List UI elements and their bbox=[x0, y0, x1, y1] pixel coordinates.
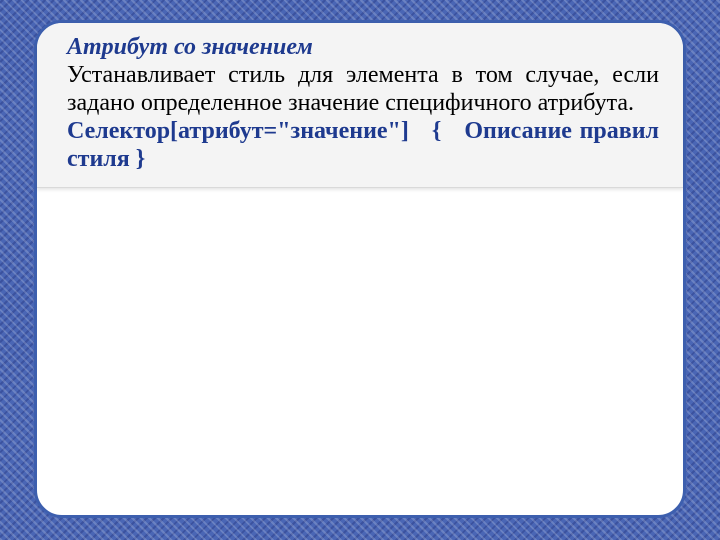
syntax-line: Селектор[атрибут="значение"] { Описание … bbox=[67, 117, 659, 173]
rules-word-1: Описание bbox=[464, 118, 572, 144]
slide-background: Атрибут со значением Устанавливает стиль… bbox=[0, 0, 720, 540]
slide-panel: Атрибут со значением Устанавливает стиль… bbox=[34, 20, 686, 518]
text-block: Атрибут со значением Устанавливает стиль… bbox=[37, 23, 683, 188]
slide-content: Атрибут со значением Устанавливает стиль… bbox=[67, 33, 659, 173]
section-heading: Атрибут со значением bbox=[67, 33, 659, 61]
brace-close: } bbox=[136, 146, 145, 172]
brace-open: { bbox=[432, 118, 441, 144]
section-body: Устанавливает стиль для элемента в том с… bbox=[67, 61, 659, 117]
selector-pattern: Селектор[атрибут="значение"] bbox=[67, 118, 409, 144]
